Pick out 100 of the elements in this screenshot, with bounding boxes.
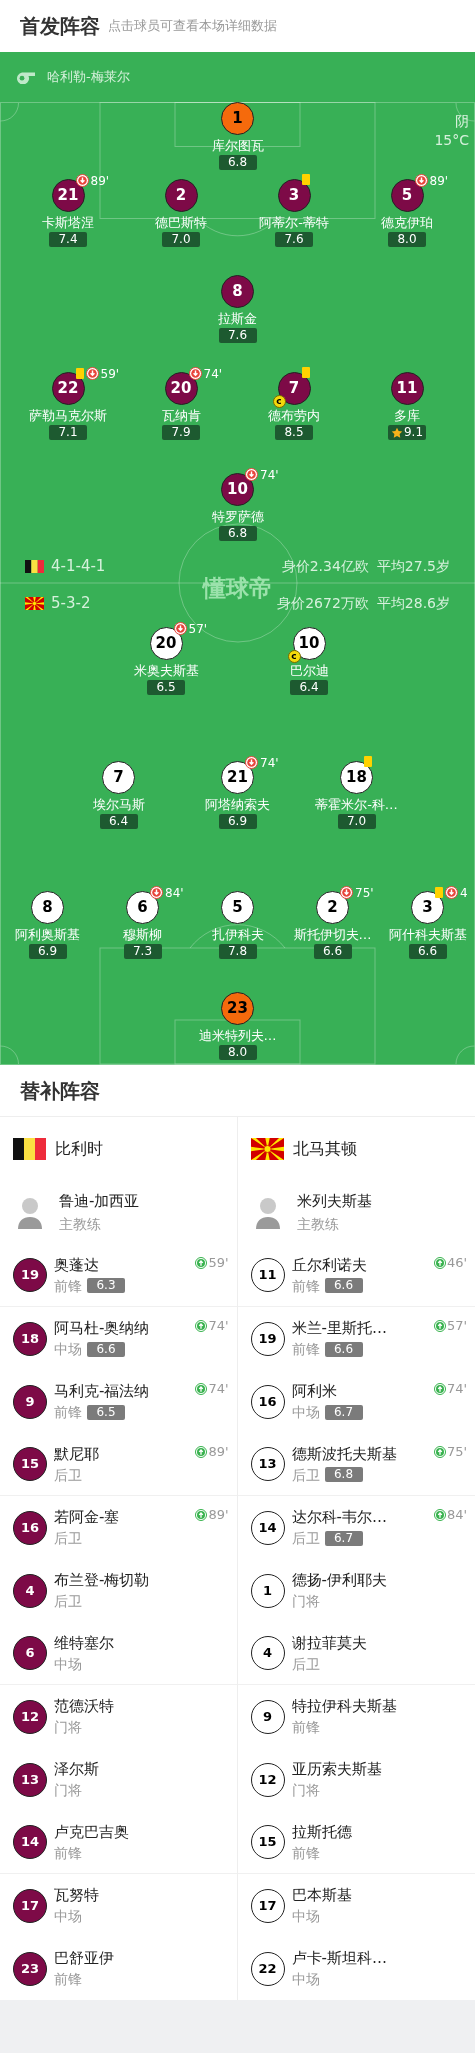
player-position: 中场 [54,1907,82,1925]
player-name[interactable]: 阿马杜-奥纳纳 [54,1319,150,1338]
player-name[interactable]: 巴本斯基 [291,1886,352,1905]
player-jersey-number[interactable]: 5 [390,179,424,212]
player-jersey-number[interactable]: 7 [102,761,135,794]
player-name[interactable]: 奥蓬达 [54,1255,125,1275]
player-jersey-number[interactable]: 4 [250,1636,285,1670]
player-rating: 8.5 [275,425,313,440]
player-rating: 6.6 [87,1341,125,1357]
substitution-minute: 57' [188,622,208,635]
tricolor-flag-icon [13,1137,46,1160]
player-rating: 6.6 [408,944,447,959]
player-name[interactable]: 德扬-伊利耶夫 [291,1571,387,1590]
player-name[interactable]: 亚历索夫斯基 [291,1760,382,1779]
player-jersey-number[interactable]: 3 [277,179,311,212]
player-name[interactable]: 特拉伊科夫斯基 [291,1697,397,1716]
player-name[interactable]: 布兰登-梅切勒 [54,1571,150,1590]
player-name[interactable]: 达尔科-韦尔… [291,1508,387,1527]
player-jersey-number[interactable]: 19 [250,1321,285,1356]
player-jersey-number[interactable]: 4 [13,1573,47,1608]
player-jersey-number[interactable]: 1 [221,102,254,135]
substitution-off-icon [75,174,89,187]
player-jersey-number[interactable]: 12 [250,1762,285,1797]
player-jersey-number[interactable]: 23 [221,992,254,1025]
player-jersey-number[interactable]: 14 [250,1510,285,1545]
player-name[interactable]: 维特塞尔 [54,1633,114,1653]
player-jersey-number[interactable]: 6 [126,891,159,924]
player-jersey-number[interactable]: 17 [13,1888,47,1923]
player-jersey-number[interactable]: 9 [250,1699,285,1734]
player-jersey-number[interactable]: 2 [164,179,198,212]
player-jersey-number[interactable]: 13 [13,1762,47,1797]
player-jersey-number[interactable]: 22 [51,372,85,405]
player-jersey-number[interactable]: 20 [149,627,183,660]
player-rating: 6.7 [324,1530,363,1546]
player-rating: 6.9 [218,814,257,829]
player-jersey-number[interactable]: 14 [13,1825,47,1859]
player-rating: 7.9 [162,425,200,440]
substitution-minute: 4 [460,886,468,899]
player-jersey-number[interactable]: 6 [13,1636,47,1670]
player-name[interactable]: 巴舒亚伊 [54,1949,114,1968]
player-jersey-number[interactable]: 16 [250,1384,285,1419]
substitution-off-icon [188,367,202,380]
player-jersey-number[interactable]: 20 [164,372,198,405]
player-position: 前锋 [54,1276,82,1295]
player-jersey-number[interactable]: 11 [250,1258,285,1292]
player-name[interactable]: 范德沃特 [54,1697,114,1716]
player-position: 中场 [291,1403,320,1421]
player-name[interactable]: 瓦努特 [54,1886,99,1905]
player-name[interactable]: 丘尔利诺夫 [291,1255,367,1275]
player-name[interactable]: 谢拉菲莫夫 [291,1633,367,1653]
substitution-minute: 74' [208,1382,229,1395]
coach-name[interactable]: 鲁迪-加西亚 [59,1191,140,1211]
squad-value-text: 身价2.34亿欧 [281,556,369,576]
player-jersey-number[interactable]: 2 [316,891,349,924]
player-jersey-number[interactable]: 1 [250,1573,285,1608]
player-jersey-number[interactable]: 8 [31,891,64,924]
substitution-on-icon [433,1382,446,1395]
player-jersey-number[interactable]: 19 [13,1258,47,1292]
substitution-off-icon [245,756,258,769]
player-name[interactable]: 马利克-福法纳 [54,1382,150,1401]
sun-flag-icon [250,1137,284,1160]
player-jersey-number[interactable]: 17 [250,1888,285,1923]
player-jersey-number[interactable]: 8 [221,275,254,308]
player-jersey-number[interactable]: 13 [250,1447,285,1481]
player-jersey-number[interactable]: 18 [340,761,373,794]
substitution-on-icon [195,1256,208,1269]
player-name[interactable]: 米兰-里斯托… [291,1319,387,1338]
coach-name[interactable]: 米列夫斯基 [296,1191,372,1211]
player-name[interactable]: 泽尔斯 [54,1760,99,1779]
player-name[interactable]: 若阿金-塞 [54,1508,120,1527]
player-jersey-number[interactable]: 11 [390,372,424,405]
player-position: 中场 [291,1970,320,1988]
player-jersey-number[interactable]: 12 [13,1699,47,1734]
player-jersey-number[interactable]: 15 [13,1447,47,1481]
player-jersey-number[interactable]: 3 [411,891,444,924]
player-position: 门将 [54,1781,82,1799]
player-position: 门将 [291,1781,320,1799]
player-jersey-number[interactable]: 5 [221,891,254,924]
substitution-minute: 89' [208,1445,229,1458]
player-jersey-number[interactable]: 22 [250,1951,285,1986]
team-name: 北马其顿 [292,1137,357,1160]
player-jersey-number[interactable]: 21 [51,179,85,212]
player-name[interactable]: 德斯波托夫斯基 [291,1444,397,1464]
substitution-minute: 46' [446,1256,467,1269]
substitution-minute: 74' [208,1319,229,1332]
player-jersey-number[interactable]: 9 [13,1384,47,1419]
player-jersey-number[interactable]: 21 [221,761,254,794]
player-rating: 6.5 [87,1404,125,1420]
player-jersey-number[interactable]: 15 [250,1825,285,1859]
player-jersey-number[interactable]: 18 [13,1321,47,1356]
player-name[interactable]: 卢克巴吉奥 [54,1822,129,1842]
player-name[interactable]: 默尼耶 [54,1444,99,1464]
player-name[interactable]: 拉斯托德 [291,1822,352,1842]
player-jersey-number[interactable]: 10 [221,473,254,506]
player-name[interactable]: 阿利米 [291,1382,363,1401]
player-jersey-number[interactable]: 16 [13,1510,47,1545]
player-position: 门将 [291,1592,320,1610]
player-jersey-number[interactable]: 23 [13,1951,47,1986]
section-title: 首发阵容 [20,13,100,40]
player-name[interactable]: 卢卡-斯坦科… [291,1949,387,1968]
